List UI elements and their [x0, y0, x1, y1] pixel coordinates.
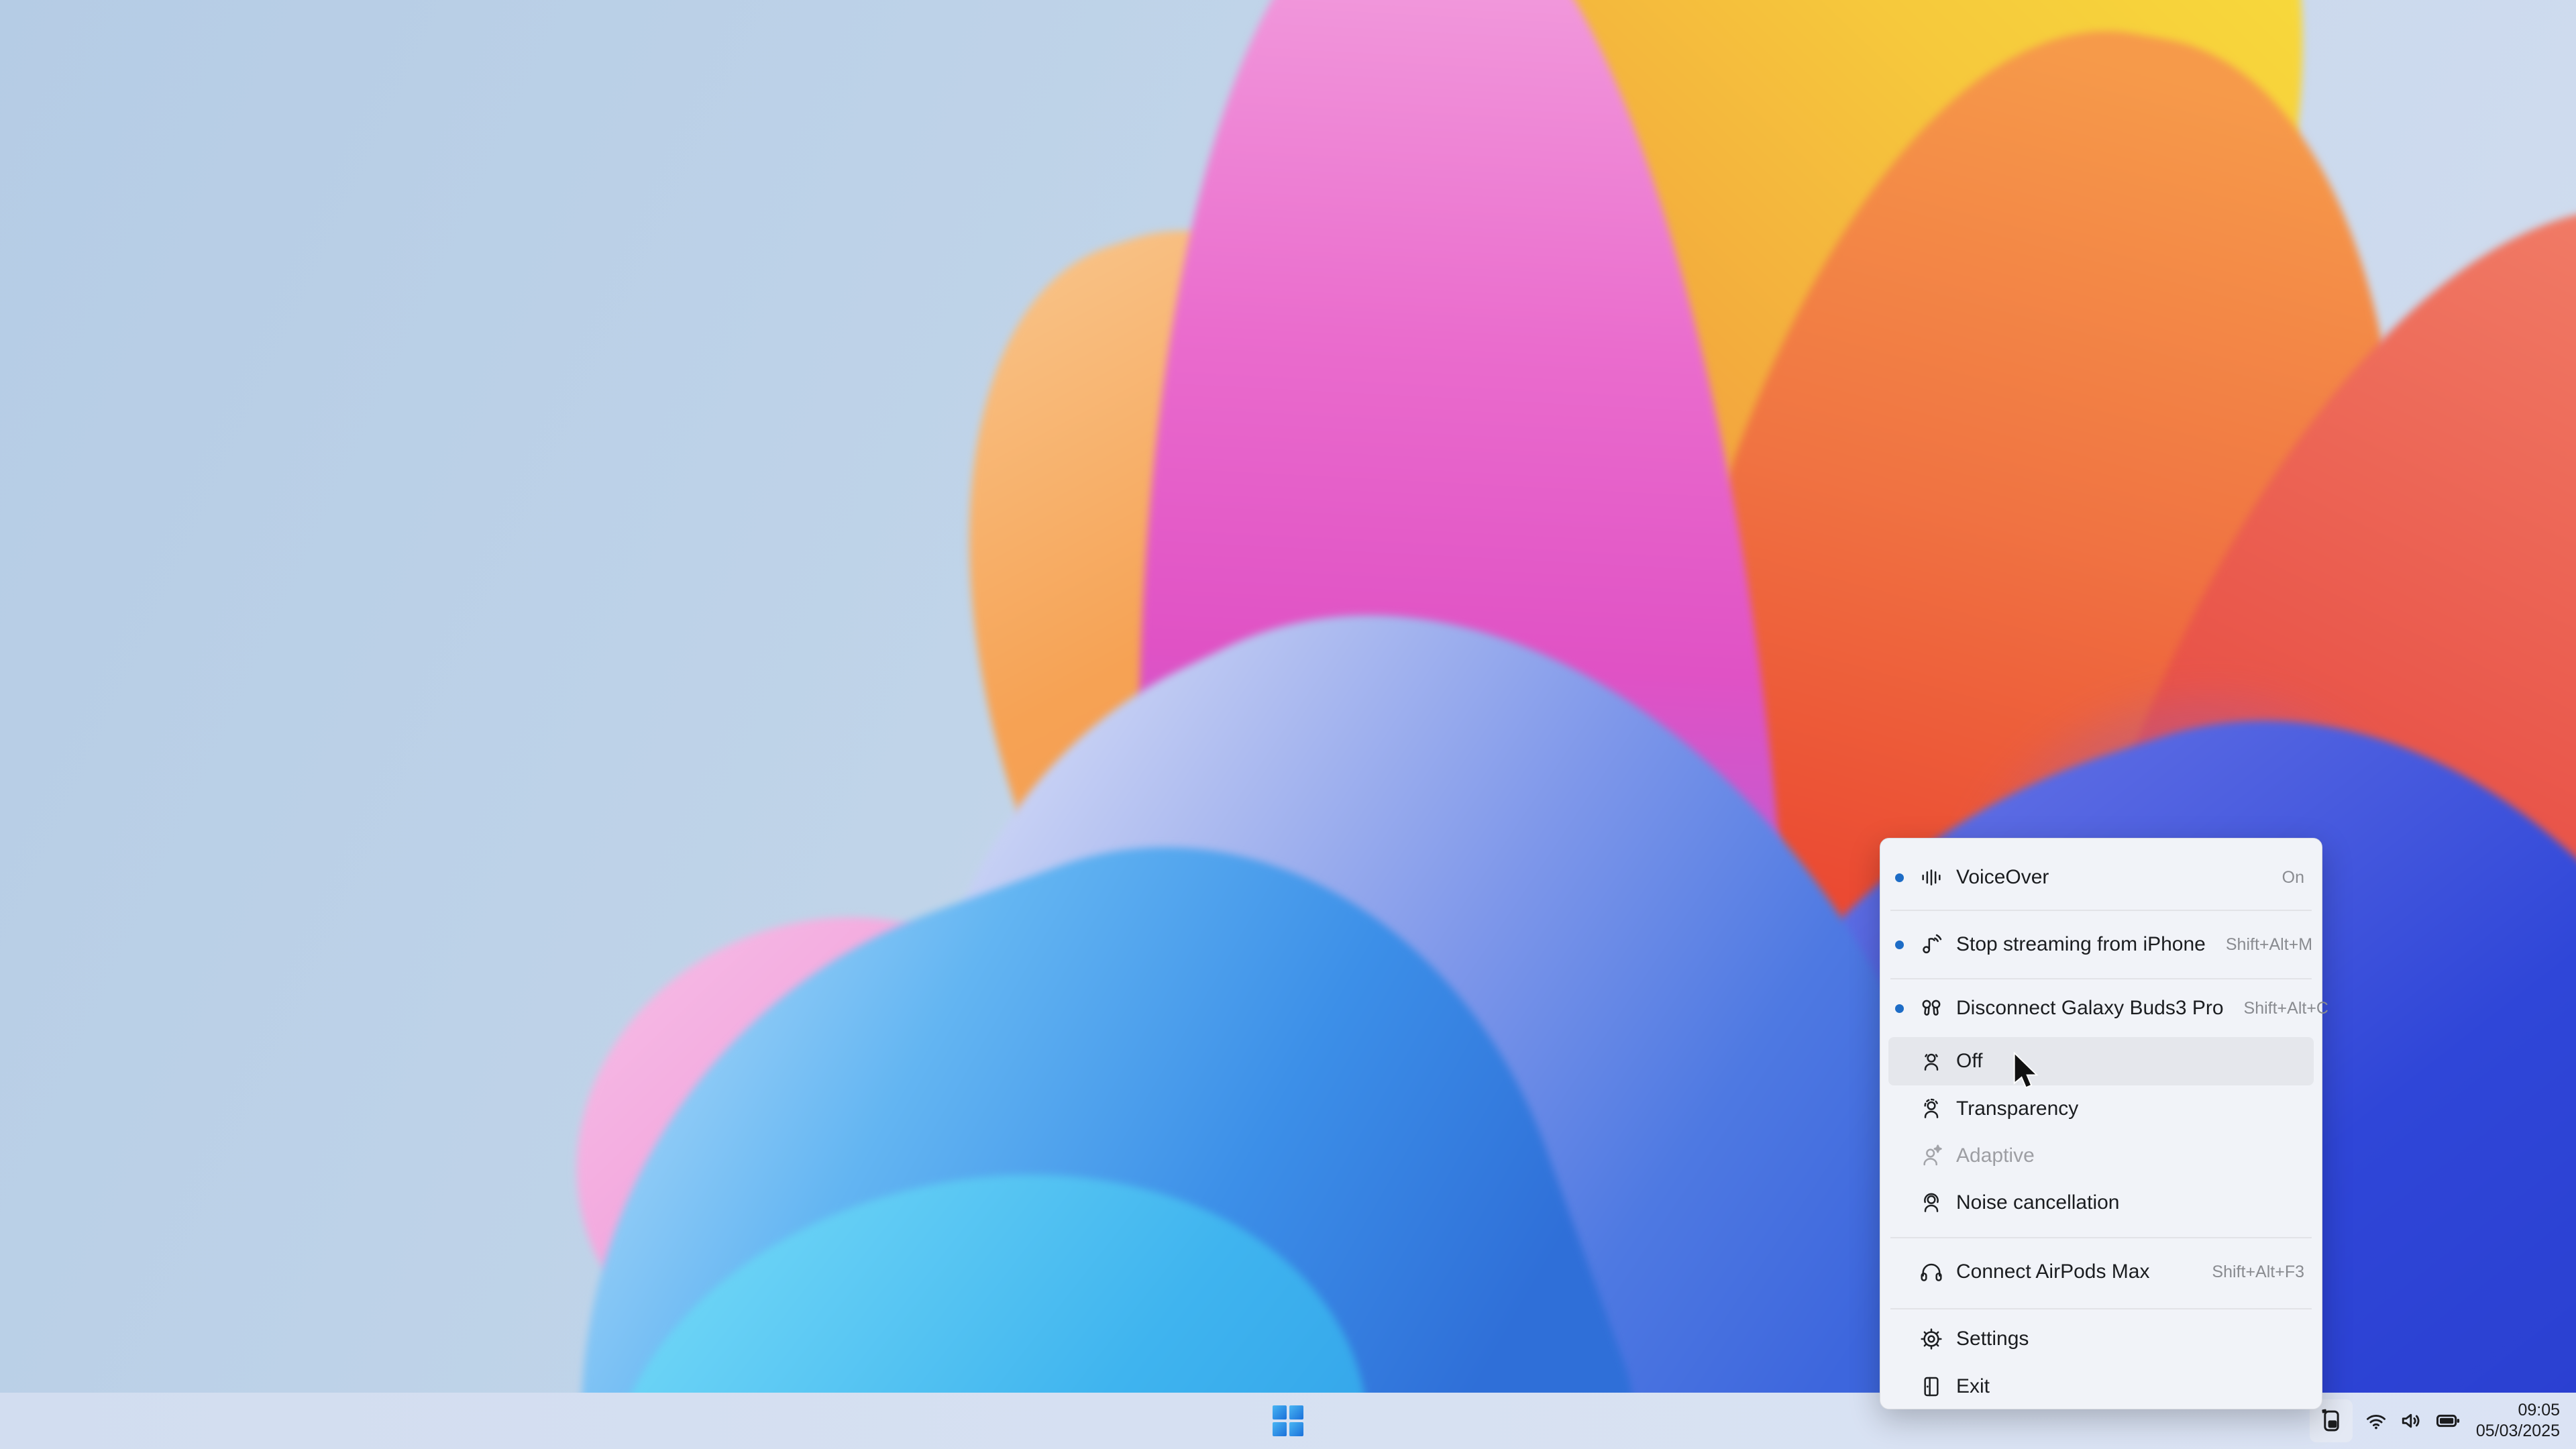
active-dot	[1895, 1004, 1904, 1013]
anc-off-icon	[1916, 1048, 1947, 1075]
menu-item-off[interactable]: Off	[1888, 1037, 2314, 1085]
tray-context-menu: VoiceOver On Stop streaming from iPhone …	[1880, 838, 2322, 1409]
desktop: 09:05 05/03/2025 VoiceOver On	[0, 0, 2576, 1449]
headphones-icon	[1916, 1258, 1947, 1285]
menu-item-label: Noise cancellation	[1956, 1191, 2119, 1214]
start-logo-square	[1289, 1422, 1303, 1436]
adaptive-icon	[1916, 1142, 1947, 1169]
start-logo-square	[1273, 1422, 1287, 1436]
menu-item-voiceover[interactable]: VoiceOver On	[1880, 845, 2322, 910]
menu-item-label: Disconnect Galaxy Buds3 Pro	[1956, 997, 2224, 1020]
menu-item-label: Off	[1956, 1050, 1982, 1073]
earbuds-icon	[1916, 995, 1947, 1022]
wifi-icon[interactable]	[2364, 1409, 2388, 1433]
menu-item-transparency[interactable]: Transparency	[1880, 1085, 2322, 1132]
exit-door-icon	[1916, 1373, 1947, 1400]
menu-item-disconnect-buds[interactable]: Disconnect Galaxy Buds3 Pro Shift+Alt+C	[1880, 979, 2322, 1037]
menu-item-exit[interactable]: Exit	[1880, 1363, 2322, 1410]
active-dot	[1895, 873, 1904, 882]
device-tray-icon	[2318, 1408, 2344, 1434]
mouse-cursor	[2012, 1052, 2043, 1095]
music-stream-icon	[1916, 931, 1947, 958]
voiceover-icon	[1916, 864, 1947, 891]
battery-icon[interactable]	[2435, 1408, 2461, 1434]
menu-item-label: Stop streaming from iPhone	[1956, 933, 2206, 956]
menu-item-shortcut: Shift+Alt+M	[2206, 935, 2312, 955]
menu-item-shortcut: Shift+Alt+F3	[2192, 1263, 2304, 1282]
menu-item-stop-streaming[interactable]: Stop streaming from iPhone Shift+Alt+M	[1880, 911, 2322, 978]
menu-item-label: Connect AirPods Max	[1956, 1260, 2149, 1283]
menu-item-label: Exit	[1956, 1375, 1990, 1398]
menu-item-adaptive[interactable]: Adaptive	[1880, 1132, 2322, 1179]
menu-item-shortcut: Shift+Alt+C	[2224, 999, 2328, 1018]
menu-item-status: On	[2262, 868, 2304, 888]
noise-cancellation-icon	[1916, 1189, 1947, 1216]
menu-item-label: Adaptive	[1956, 1144, 2035, 1167]
menu-item-connect-airpods-max[interactable]: Connect AirPods Max Shift+Alt+F3	[1880, 1238, 2322, 1305]
start-logo-square	[1273, 1405, 1287, 1419]
active-dot	[1895, 941, 1904, 949]
transparency-icon	[1916, 1095, 1947, 1122]
system-tray: 09:05 05/03/2025	[2310, 1393, 2576, 1449]
menu-separator	[1890, 1308, 2312, 1309]
start-logo-square	[1289, 1405, 1303, 1419]
menu-item-label: Settings	[1956, 1328, 2029, 1350]
menu-item-label: Transparency	[1956, 1097, 2078, 1120]
menu-item-label: VoiceOver	[1956, 866, 2049, 889]
gear-icon	[1916, 1326, 1947, 1352]
start-button[interactable]	[1273, 1405, 1303, 1436]
menu-item-noise-cancellation[interactable]: Noise cancellation	[1880, 1179, 2322, 1226]
taskbar-clock[interactable]: 09:05 05/03/2025	[2476, 1400, 2560, 1442]
volume-icon[interactable]	[2400, 1409, 2424, 1433]
clock-time: 09:05	[2476, 1400, 2560, 1421]
clock-date: 05/03/2025	[2476, 1421, 2560, 1442]
menu-item-settings[interactable]: Settings	[1880, 1315, 2322, 1363]
